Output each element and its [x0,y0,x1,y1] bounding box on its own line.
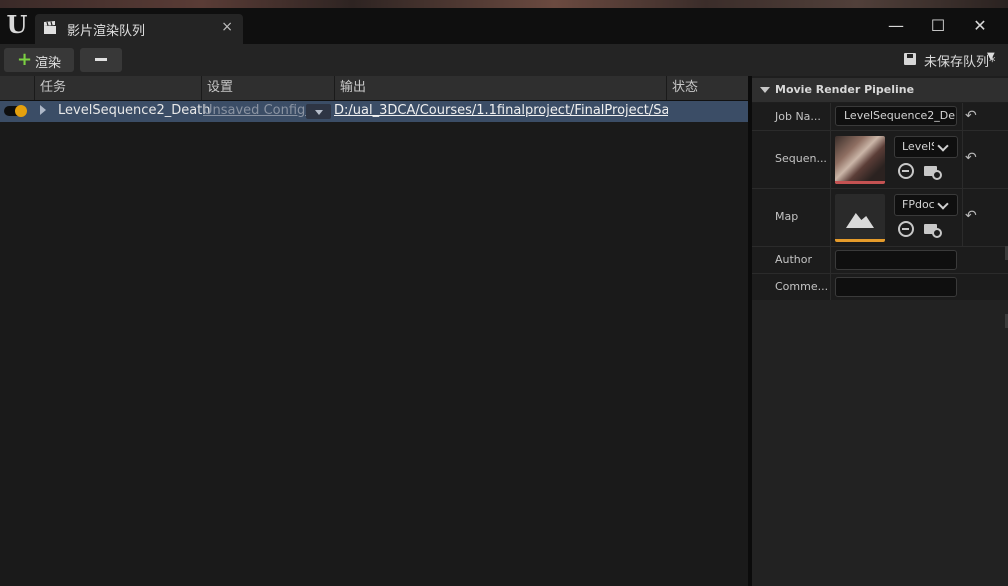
map-label: Map [775,210,799,223]
author-field[interactable] [835,250,957,270]
property-comment: Comme... [752,274,1008,301]
tab-movie-render-queue[interactable]: 影片渲染队列 × [35,14,243,44]
property-sequence: Sequen... LevelS ↶ [752,131,1008,189]
column-header-settings[interactable]: 设置 [201,76,335,100]
asset-type-bar [835,181,885,184]
map-thumbnail[interactable] [835,194,885,242]
map-mountain-icon [846,213,874,228]
column-header-row: 任务 设置 输出 状态 [0,76,748,101]
reset-to-default-icon[interactable]: ↶ [965,208,977,224]
divider [962,131,963,188]
unreal-logo-icon[interactable]: U [4,10,30,40]
property-map: Map FPdoc ↶ [752,189,1008,247]
job-output-link[interactable]: D:/ual_3DCA/Courses/1.1finalproject/Fina… [334,103,668,118]
save-queue-dropdown[interactable]: 未保存队列* ▼ [904,50,998,70]
divider [830,189,831,246]
use-selected-asset-icon[interactable] [898,163,914,179]
toolbar: + 渲染 未保存队列* ▼ [0,44,1008,76]
sequence-label: Sequen... [775,152,827,165]
property-job-name: Job Na... LevelSequence2_De ↶ [752,103,1008,131]
job-config-link[interactable]: Unsaved Config * [203,103,316,118]
section-title: Movie Render Pipeline [775,83,915,96]
column-header-status[interactable]: 状态 [666,76,748,100]
minus-icon [95,58,107,61]
comment-field[interactable] [835,277,957,297]
config-dropdown-button[interactable] [306,104,331,119]
sequence-thumbnail[interactable] [835,136,885,184]
map-asset-picker[interactable]: FPdoc [894,194,958,216]
divider [830,103,831,130]
divider [962,189,963,246]
expand-arrow-icon[interactable] [40,105,46,115]
asset-type-bar [835,239,885,242]
background-viewport-strip [0,0,1008,8]
add-render-button[interactable]: + 渲染 [4,48,74,72]
maximize-button[interactable]: ☐ [924,12,952,40]
title-bar: U 影片渲染队列 × — ☐ ✕ [0,8,1008,44]
chevron-down-icon [937,198,949,210]
divider [830,274,831,300]
divider [962,103,963,130]
tab-close-icon[interactable]: × [221,19,233,35]
collapse-arrow-icon [760,87,770,93]
close-window-button[interactable]: ✕ [966,12,994,40]
details-empty-area [752,300,1008,586]
job-queue-panel: 任务 设置 输出 状态 LevelSequence2_Death Unsaved… [0,76,748,586]
plus-icon: + [17,49,33,70]
remove-job-button[interactable] [80,48,122,72]
author-label: Author [775,253,813,266]
use-selected-asset-icon[interactable] [898,221,914,237]
column-header-output[interactable]: 输出 [334,76,667,100]
save-queue-label: 未保存队列* [924,55,996,70]
clapperboard-icon [44,21,56,34]
browse-to-asset-icon[interactable] [924,221,942,238]
comment-label: Comme... [775,280,829,293]
minimize-button[interactable]: — [882,12,910,40]
property-author: Author [752,247,1008,274]
tab-label: 影片渲染队列 [67,24,146,39]
divider [830,131,831,188]
toggle-knob [15,105,27,117]
sequence-asset-picker[interactable]: LevelS [894,136,958,158]
column-header-task[interactable]: 任务 [34,76,202,100]
job-row[interactable]: LevelSequence2_Death Unsaved Config * D:… [0,101,748,122]
movie-render-pipeline-section-header[interactable]: Movie Render Pipeline [752,78,1008,102]
chevron-down-icon [937,140,949,152]
dropdown-caret-icon: ▼ [987,51,995,62]
details-panel: Movie Render Pipeline Job Na... LevelSeq… [752,76,1008,586]
reset-to-default-icon[interactable]: ↶ [965,150,977,166]
job-name-field[interactable]: LevelSequence2_De [835,106,957,126]
job-name-label: Job Na... [775,110,821,123]
reset-to-default-icon[interactable]: ↶ [965,108,977,124]
add-render-label: 渲染 [35,56,62,71]
map-asset-name: FPdoc [902,198,934,211]
browse-to-asset-icon[interactable] [924,163,942,180]
job-name[interactable]: LevelSequence2_Death [58,103,211,118]
job-enabled-toggle[interactable] [4,105,27,117]
sequence-asset-name: LevelS [902,140,934,153]
save-disk-icon [904,53,916,65]
divider [830,247,831,273]
